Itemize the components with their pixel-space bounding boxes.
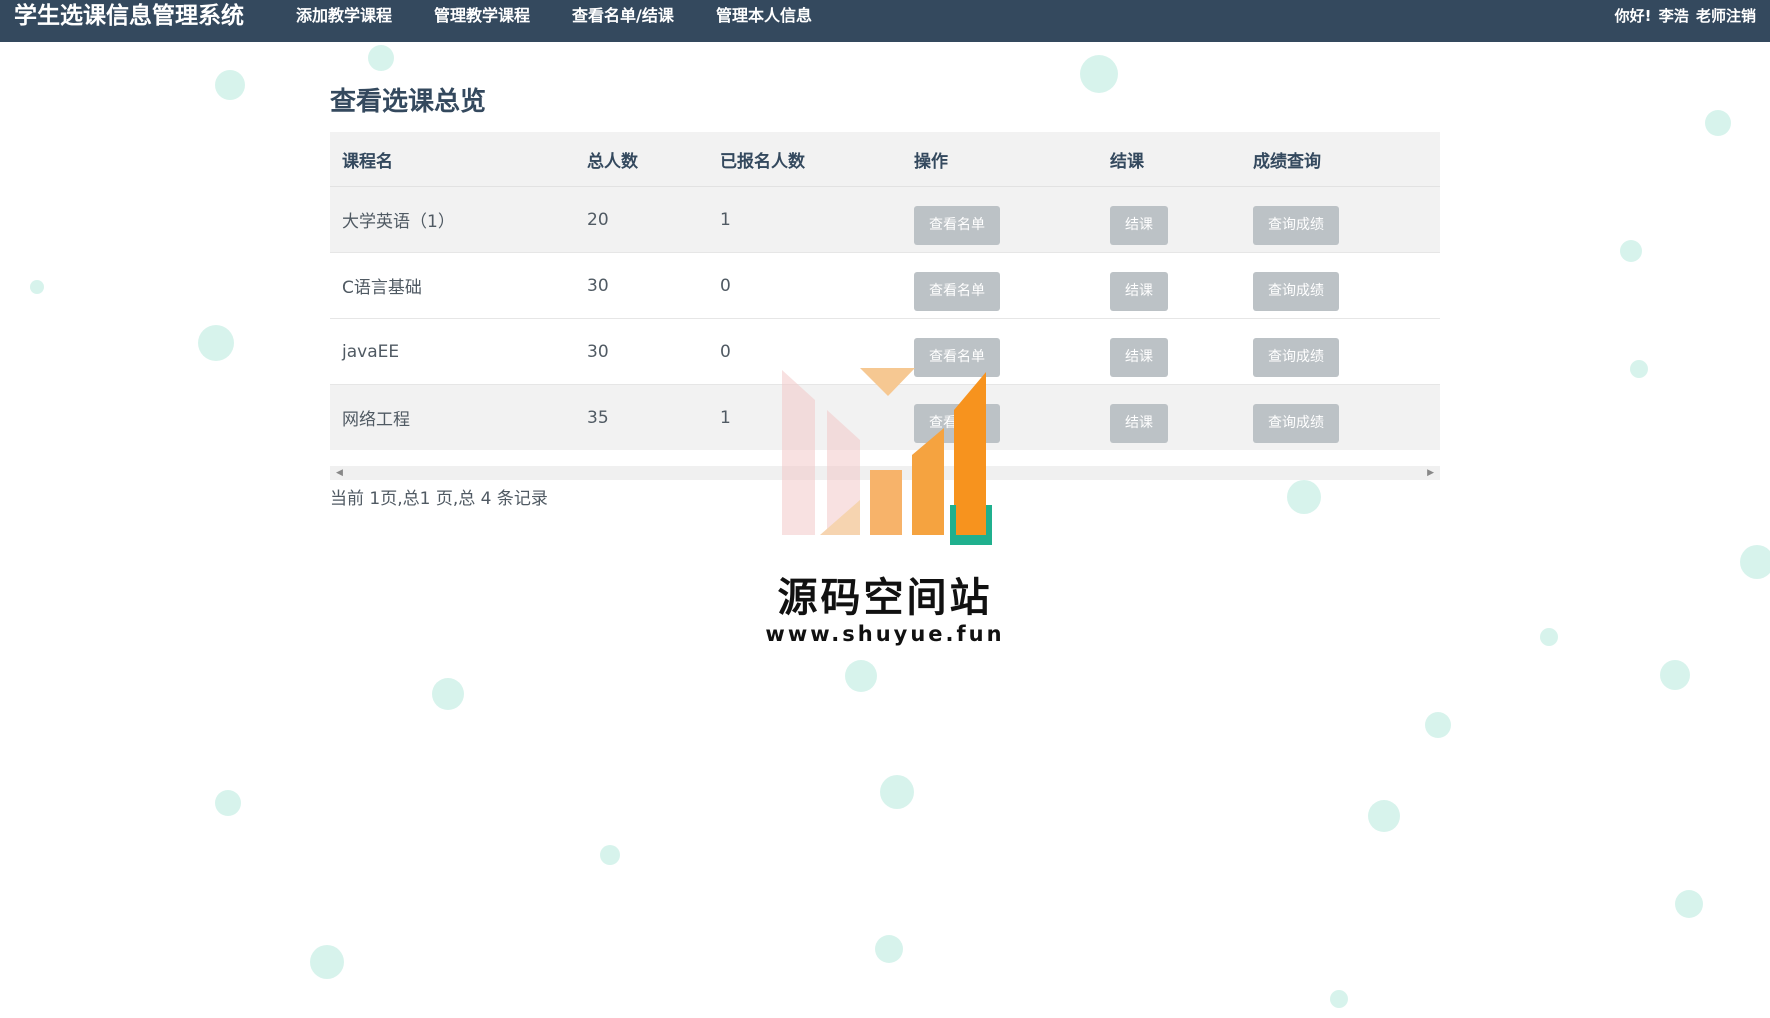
cell-actions: 查看名单: [902, 186, 1098, 253]
col-header-actions: 操作: [902, 132, 1098, 187]
user-info: 你好! 李浩 老师注销: [1613, 0, 1756, 32]
page-title: 查看选课总览: [330, 87, 487, 117]
bubble-decoration: [368, 45, 394, 71]
bubble-decoration: [1660, 660, 1690, 690]
finish-course-button[interactable]: 结课: [1110, 206, 1168, 245]
watermark-title: 源码空间站: [777, 575, 993, 621]
watermark-url: www.shuyue.fun: [765, 622, 1005, 646]
bubble-decoration: [30, 280, 44, 294]
bubble-decoration: [1368, 800, 1400, 832]
query-grades-button[interactable]: 查询成绩: [1253, 338, 1339, 377]
cell-grades: 查询成绩: [1241, 384, 1440, 450]
nav-manage-courses[interactable]: 管理教学课程: [434, 0, 530, 32]
bubble-decoration: [1540, 628, 1558, 646]
finish-course-button[interactable]: 结课: [1110, 404, 1168, 443]
cell-course-name: 网络工程: [330, 384, 575, 450]
scroll-right-arrow-icon[interactable]: ▶: [1427, 466, 1434, 480]
user-greeting: 你好!: [1614, 7, 1652, 25]
watermark-bars-icon: [782, 368, 992, 545]
watermark-logo: 源码空间站 www.shuyue.fun: [760, 360, 1010, 660]
cell-total: 30: [575, 318, 708, 385]
cell-grades: 查询成绩: [1241, 318, 1440, 385]
logout-link[interactable]: 老师注销: [1696, 7, 1756, 25]
cell-enrolled: 1: [708, 186, 902, 253]
bubble-decoration: [1330, 990, 1348, 1008]
nav-view-list-finish[interactable]: 查看名单/结课: [572, 0, 674, 32]
bubble-decoration: [1740, 545, 1770, 579]
bubble-decoration: [600, 845, 620, 865]
cell-total: 30: [575, 252, 708, 319]
bubble-decoration: [432, 678, 464, 710]
view-list-button[interactable]: 查看名单: [914, 206, 1000, 245]
bubble-decoration: [1675, 890, 1703, 918]
finish-course-button[interactable]: 结课: [1110, 272, 1168, 311]
bubble-decoration: [310, 945, 344, 979]
finish-course-button[interactable]: 结课: [1110, 338, 1168, 377]
bubble-decoration: [1630, 360, 1648, 378]
bubble-decoration: [215, 790, 241, 816]
bubble-decoration: [880, 775, 914, 809]
cell-actions: 查看名单: [902, 252, 1098, 319]
table-header-row: 课程名 总人数 已报名人数 操作 结课 成绩查询: [330, 132, 1440, 187]
cell-course-name: C语言基础: [330, 252, 575, 319]
cell-grades: 查询成绩: [1241, 252, 1440, 319]
nav-manage-profile[interactable]: 管理本人信息: [716, 0, 812, 32]
cell-grades: 查询成绩: [1241, 186, 1440, 253]
cell-course-name: javaEE: [330, 318, 575, 385]
col-header-course-name: 课程名: [330, 132, 575, 187]
col-header-finish: 结课: [1098, 132, 1241, 187]
cell-finish: 结课: [1098, 252, 1241, 319]
query-grades-button[interactable]: 查询成绩: [1253, 206, 1339, 245]
cell-course-name: 大学英语（1）: [330, 186, 575, 253]
user-name[interactable]: 李浩: [1659, 7, 1689, 25]
cell-finish: 结课: [1098, 318, 1241, 385]
cell-enrolled: 0: [708, 252, 902, 319]
table-row: C语言基础 30 0 查看名单 结课 查询成绩: [330, 252, 1440, 319]
view-list-button[interactable]: 查看名单: [914, 272, 1000, 311]
bubble-decoration: [875, 935, 903, 963]
col-header-enrolled: 已报名人数: [708, 132, 902, 187]
nav-add-course[interactable]: 添加教学课程: [296, 0, 392, 32]
app-brand-title[interactable]: 学生选课信息管理系统: [14, 0, 244, 42]
col-header-grades: 成绩查询: [1241, 132, 1440, 187]
bubble-decoration: [845, 660, 877, 692]
query-grades-button[interactable]: 查询成绩: [1253, 272, 1339, 311]
scroll-left-arrow-icon[interactable]: ◀: [336, 466, 343, 480]
table-row: 大学英语（1） 20 1 查看名单 结课 查询成绩: [330, 186, 1440, 253]
bubble-decoration: [1705, 110, 1731, 136]
cell-finish: 结课: [1098, 384, 1241, 450]
bubble-decoration: [1425, 712, 1451, 738]
col-header-total: 总人数: [575, 132, 708, 187]
query-grades-button[interactable]: 查询成绩: [1253, 404, 1339, 443]
bubble-decoration: [1620, 240, 1642, 262]
cell-total: 20: [575, 186, 708, 253]
top-navbar: 学生选课信息管理系统 添加教学课程 管理教学课程 查看名单/结课 管理本人信息 …: [0, 0, 1770, 42]
cell-finish: 结课: [1098, 186, 1241, 253]
bubble-decoration: [198, 325, 234, 361]
cell-total: 35: [575, 384, 708, 450]
bubble-decoration: [215, 70, 245, 100]
